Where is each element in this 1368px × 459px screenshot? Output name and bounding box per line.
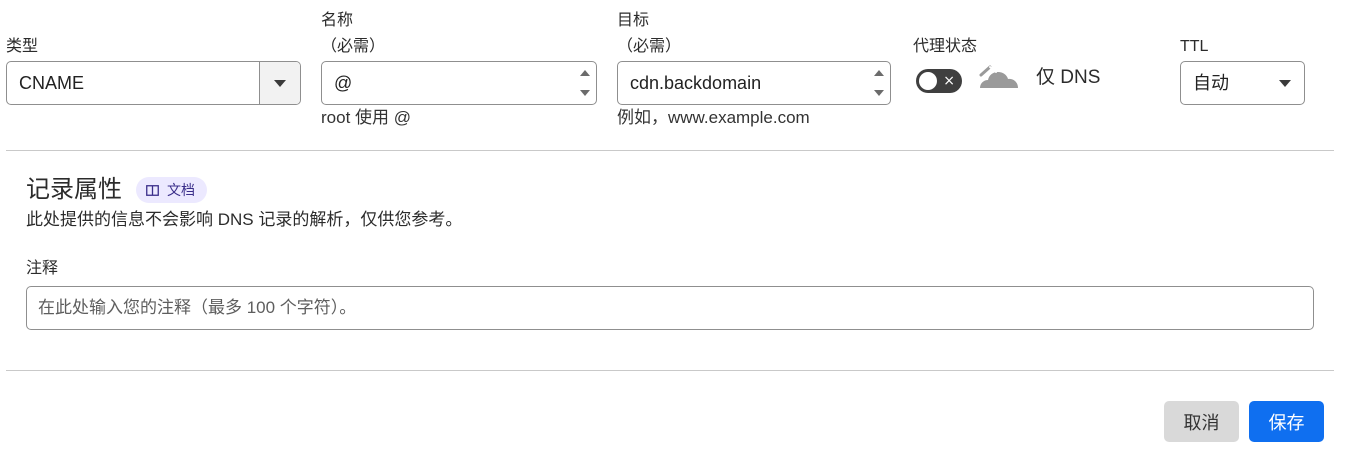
type-select[interactable]: CNAME xyxy=(6,61,301,105)
ttl-select-value: 自动 xyxy=(1193,73,1229,93)
book-icon xyxy=(146,184,159,196)
dns-record-form: 类型 CNAME 名称 （必需） @ root 使用 @ 目标 （必需） cdn… xyxy=(0,0,1368,459)
ttl-label: TTL xyxy=(1180,38,1209,55)
divider-bottom xyxy=(6,370,1334,371)
close-icon: × xyxy=(943,73,955,89)
type-select-value: CNAME xyxy=(19,73,85,93)
type-select-arrow-button[interactable] xyxy=(260,62,300,104)
name-input-value: @ xyxy=(334,73,353,93)
spin-down-icon[interactable] xyxy=(874,90,884,96)
cancel-button[interactable]: 取消 xyxy=(1164,401,1239,442)
proxy-status-label: 代理状态 xyxy=(913,38,978,55)
proxy-status-text: 仅 DNS xyxy=(1036,67,1101,88)
cloud-icon xyxy=(979,65,1018,88)
name-required-label: （必需） xyxy=(321,38,386,55)
comment-input[interactable] xyxy=(26,286,1314,330)
target-required-label: （必需） xyxy=(617,38,682,55)
chevron-down-icon xyxy=(274,80,286,87)
target-help-text: 例如，www.example.com xyxy=(617,108,810,127)
spin-up-icon[interactable] xyxy=(580,70,590,76)
docs-badge-label: 文档 xyxy=(167,182,195,198)
target-spinner[interactable] xyxy=(874,70,884,96)
ttl-select[interactable]: 自动 xyxy=(1180,61,1305,105)
name-help-text: root 使用 @ xyxy=(321,108,411,127)
record-attributes-title: 记录属性 xyxy=(26,176,122,203)
divider-top xyxy=(6,150,1334,151)
name-spinner[interactable] xyxy=(580,70,590,96)
save-button[interactable]: 保存 xyxy=(1249,401,1324,442)
target-input[interactable]: cdn.backdomain xyxy=(617,61,891,105)
toggle-knob xyxy=(919,72,937,90)
target-input-value: cdn.backdomain xyxy=(630,73,762,93)
name-label: 名称 xyxy=(321,12,354,29)
type-label: 类型 xyxy=(6,38,39,55)
target-label: 目标 xyxy=(617,12,650,29)
record-attributes-description: 此处提供的信息不会影响 DNS 记录的解析，仅供您参考。 xyxy=(26,210,463,229)
proxy-toggle[interactable]: × xyxy=(916,69,962,93)
docs-badge-link[interactable]: 文档 xyxy=(136,177,207,203)
chevron-down-icon xyxy=(1279,80,1291,87)
spin-down-icon[interactable] xyxy=(580,90,590,96)
comment-label: 注释 xyxy=(26,260,59,277)
spin-up-icon[interactable] xyxy=(874,70,884,76)
name-input[interactable]: @ xyxy=(321,61,597,105)
